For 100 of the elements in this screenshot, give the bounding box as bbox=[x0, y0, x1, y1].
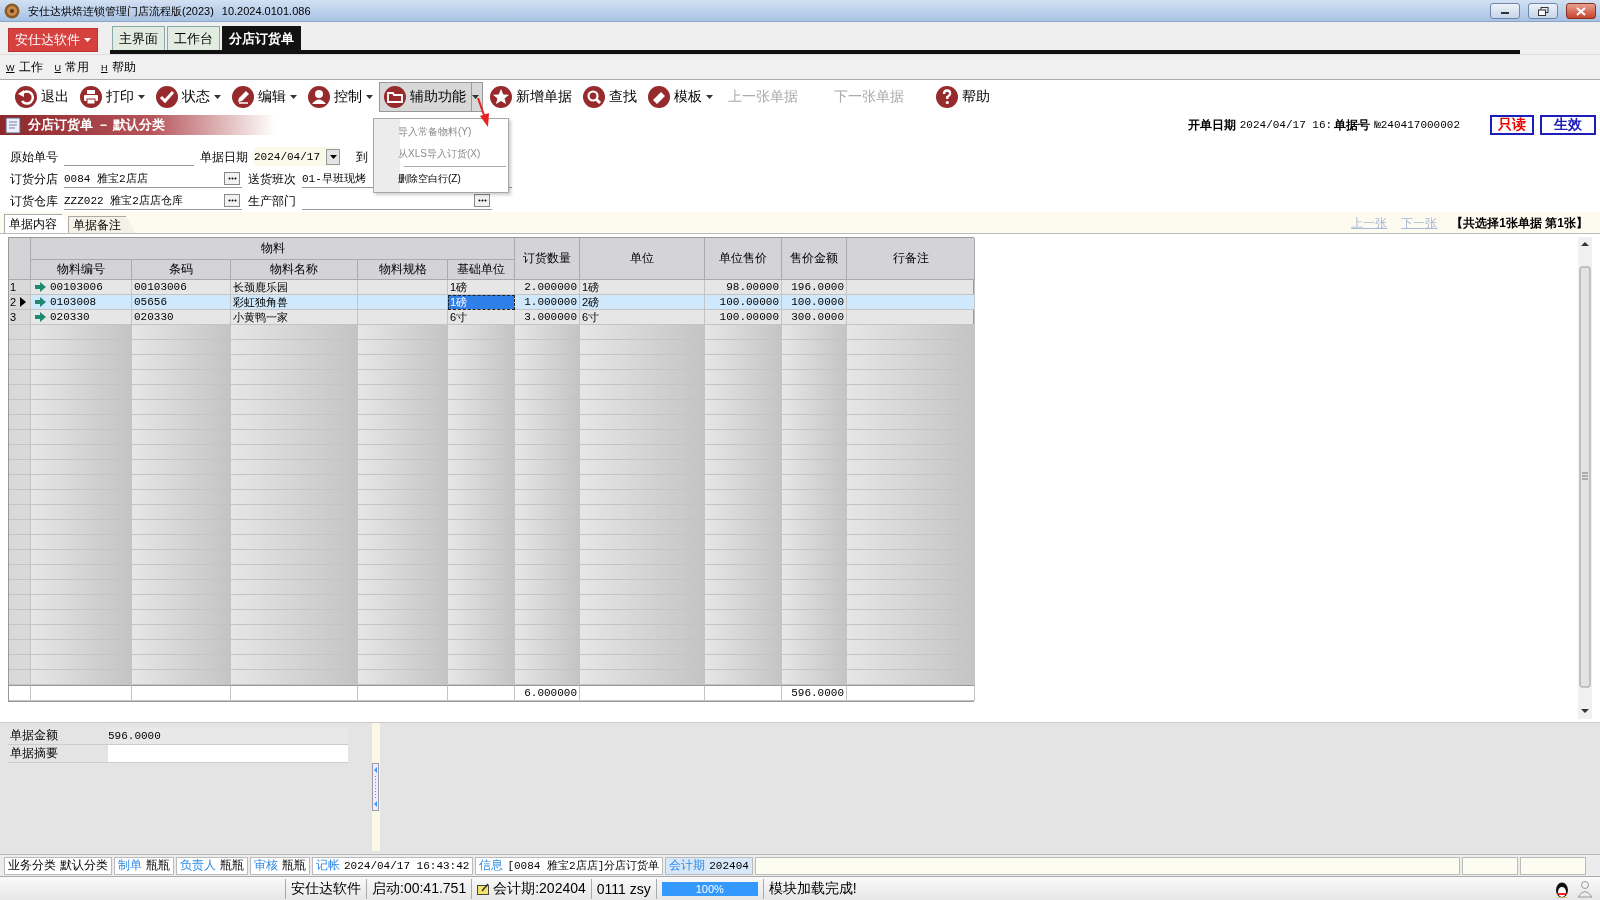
app-tab[interactable]: 工作台 bbox=[167, 26, 220, 50]
table-cell: 98.00000 bbox=[726, 281, 779, 293]
toolbar-button[interactable]: 打印 bbox=[75, 82, 149, 112]
column-header[interactable]: 物料编号 bbox=[31, 260, 132, 280]
caret-icon bbox=[366, 95, 373, 99]
column-header[interactable]: 售价金额 bbox=[782, 238, 847, 280]
close-button[interactable] bbox=[1566, 3, 1596, 19]
toolbar-button[interactable]: 控制 bbox=[303, 82, 377, 112]
field-label: 订货仓库 bbox=[10, 193, 59, 210]
toolbar-button[interactable]: 状态 bbox=[151, 82, 225, 112]
column-header[interactable]: 单位 bbox=[580, 238, 705, 280]
status-label: 会计期 bbox=[669, 857, 706, 874]
status-value: 默认分类 bbox=[60, 857, 108, 874]
status-text: 会计期:202404 bbox=[493, 879, 586, 898]
toolbar-button[interactable]: 帮助 bbox=[931, 82, 994, 112]
status-badge: 生效 bbox=[1540, 115, 1596, 135]
column-header[interactable]: 条码 bbox=[132, 260, 231, 280]
table-cell: 小黄鸭一家 bbox=[233, 310, 288, 324]
dropdown-icon bbox=[329, 154, 337, 159]
eraser-icon bbox=[647, 85, 671, 109]
column-header[interactable]: 行备注 bbox=[847, 238, 975, 280]
status-value: 瓶瓶 bbox=[146, 857, 170, 874]
menu-item[interactable]: W 工作 bbox=[6, 58, 43, 76]
status-label: 负责人 bbox=[180, 857, 216, 874]
lookup-field[interactable]: ZZZ022 雅宝2店店仓库 bbox=[64, 191, 242, 210]
field-label: 单据号 bbox=[1334, 116, 1371, 134]
cookie-icon bbox=[4, 3, 20, 19]
window-title: 安仕达烘焙连锁管理门店流程版(2023) bbox=[28, 3, 214, 19]
toolbar-button[interactable]: 模板 bbox=[643, 82, 717, 112]
table-cell: 300.0000 bbox=[791, 311, 844, 323]
caret-icon bbox=[214, 95, 221, 99]
table-cell: 100.00000 bbox=[719, 311, 779, 323]
column-header[interactable]: 基础单位 bbox=[448, 260, 515, 280]
table-cell: 00103006 bbox=[134, 281, 187, 293]
lookup-field[interactable]: 0084 雅宝2店店 bbox=[64, 169, 242, 188]
app-version: 10.2024.0101.086 bbox=[221, 5, 311, 17]
column-header[interactable]: 单位售价 bbox=[705, 238, 782, 280]
toolbar-button[interactable]: 退出 bbox=[10, 82, 73, 112]
splitter-handle bbox=[372, 763, 379, 811]
column-header[interactable]: 物料名称 bbox=[231, 260, 358, 280]
row-number: 2 bbox=[10, 296, 17, 308]
toolbar-button[interactable]: 查找 bbox=[578, 82, 641, 112]
column-header[interactable]: 物料规格 bbox=[358, 260, 448, 280]
status-value: 2024/04/17 16:43:42 bbox=[344, 859, 470, 872]
restore-button[interactable] bbox=[1528, 3, 1558, 19]
toolbar-button[interactable]: 编辑 bbox=[227, 82, 301, 112]
column-header[interactable]: 订货数量 bbox=[515, 238, 580, 280]
readonly-badge: 只读 bbox=[1490, 115, 1534, 135]
caret-icon bbox=[84, 38, 91, 42]
column-group-header: 物料 bbox=[31, 238, 515, 260]
caret-icon bbox=[290, 95, 297, 99]
status-value: 瓶瓶 bbox=[282, 857, 306, 874]
minimize-button[interactable] bbox=[1490, 3, 1520, 19]
search-icon bbox=[582, 85, 606, 109]
note-icon bbox=[477, 882, 491, 895]
menu-item[interactable]: H 帮助 bbox=[101, 58, 136, 76]
date-field[interactable]: 2024/04/17 bbox=[254, 147, 340, 166]
table-cell: 196.0000 bbox=[791, 281, 844, 293]
status-message: 模块加载完成! bbox=[768, 879, 857, 898]
text-field[interactable] bbox=[108, 745, 348, 762]
table-cell: 020330 bbox=[50, 311, 90, 323]
row-number: 1 bbox=[10, 281, 17, 293]
ellipsis-icon bbox=[477, 198, 487, 202]
document-tab[interactable]: 单据备注 bbox=[68, 216, 136, 233]
status-label: 信息 bbox=[479, 857, 504, 874]
menu-item[interactable]: U 常用 bbox=[54, 58, 89, 76]
status-text: 启动:00:41.751 bbox=[372, 879, 467, 898]
field-label: 订货分店 bbox=[10, 171, 59, 188]
table-cell: 长颈鹿乐园 bbox=[233, 280, 288, 294]
table-cell: 00103006 bbox=[50, 281, 103, 293]
table-cell: 020330 bbox=[134, 311, 174, 323]
document-title: 分店订货单 － 默认分类 bbox=[28, 116, 166, 134]
caret-icon bbox=[138, 95, 145, 99]
caret-icon bbox=[706, 95, 713, 99]
toolbar-button[interactable]: 新增单据 bbox=[485, 82, 576, 112]
close-icon bbox=[1576, 6, 1586, 16]
field-label: 原始单号 bbox=[10, 149, 59, 166]
arrow-right-icon bbox=[35, 312, 46, 322]
value-field[interactable]: 596.0000 bbox=[108, 727, 348, 744]
table-cell: 1.000000 bbox=[524, 296, 577, 308]
app-tab[interactable]: 分店订货单 bbox=[222, 26, 301, 50]
table-cell: 1磅 bbox=[582, 280, 600, 294]
document-icon bbox=[4, 116, 22, 134]
app-tab[interactable]: 主界面 bbox=[112, 26, 165, 50]
record-count: 【共选择1张单据 第1张】 bbox=[1451, 214, 1588, 232]
status-label: 记帐 bbox=[316, 857, 340, 874]
open-date: 2024/04/17 16: bbox=[1239, 119, 1333, 131]
caret-icon bbox=[472, 95, 479, 99]
status-label: 业务分类 bbox=[8, 857, 56, 874]
status-value: 瓶瓶 bbox=[220, 857, 244, 874]
menu-item[interactable]: 删除空白行(Z) bbox=[374, 168, 508, 190]
restore-icon bbox=[1537, 6, 1549, 16]
row-number: 3 bbox=[10, 311, 17, 323]
status-label: 制单 bbox=[118, 857, 142, 874]
field-label: 开单日期 bbox=[1187, 116, 1236, 134]
field-label: 到 bbox=[356, 149, 368, 166]
toolbar-button[interactable]: 辅助功能 bbox=[379, 82, 483, 112]
arrow-right-icon bbox=[35, 282, 46, 292]
app-menu-button[interactable]: 安仕达软件 bbox=[8, 28, 98, 52]
help-icon bbox=[935, 85, 959, 109]
